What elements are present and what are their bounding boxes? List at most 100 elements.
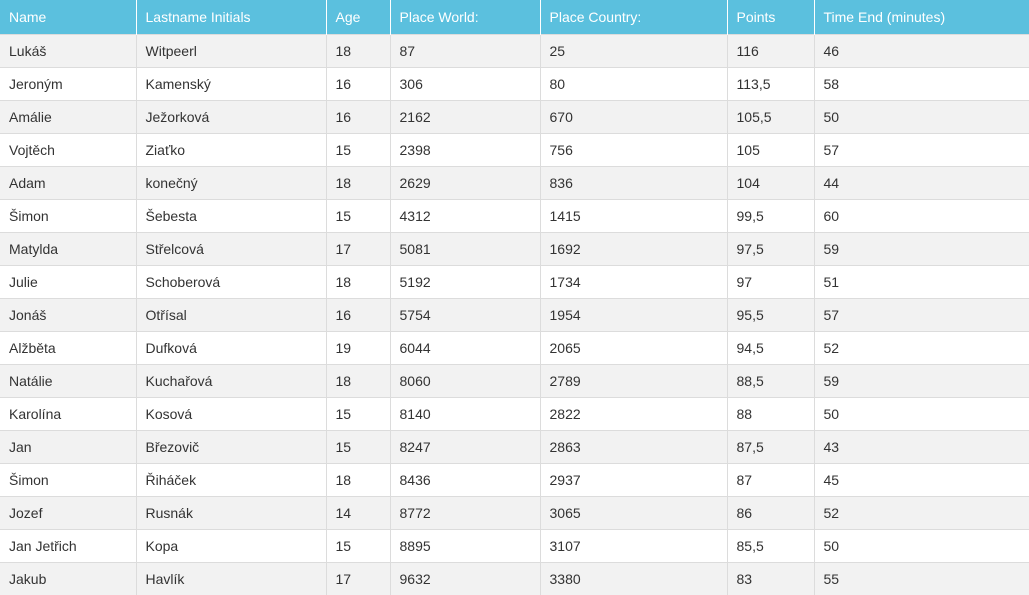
cell-points: 83 bbox=[727, 561, 815, 595]
cell-place-country: 25 bbox=[540, 33, 728, 67]
cell-place-country: 1734 bbox=[540, 264, 728, 298]
cell-lastname-initials: Ziaťko bbox=[136, 132, 327, 166]
column-header-age: Age bbox=[326, 0, 391, 34]
cell-lastname-initials: konečný bbox=[136, 165, 327, 199]
cell-lastname-initials: Kosová bbox=[136, 396, 327, 430]
cell-place-country: 2065 bbox=[540, 330, 728, 364]
cell-points: 105,5 bbox=[727, 99, 815, 133]
cell-age: 18 bbox=[326, 33, 391, 67]
column-header-place-world: Place World: bbox=[390, 0, 541, 34]
cell-age: 14 bbox=[326, 495, 391, 529]
cell-points: 105 bbox=[727, 132, 815, 166]
cell-place-world: 8060 bbox=[390, 363, 541, 397]
table-row: Vojtěch Ziaťko 15 2398 756 105 57 bbox=[0, 132, 1029, 166]
cell-place-country: 2937 bbox=[540, 462, 728, 496]
cell-points: 87 bbox=[727, 462, 815, 496]
cell-age: 18 bbox=[326, 264, 391, 298]
cell-place-world: 2162 bbox=[390, 99, 541, 133]
cell-name: Šimon bbox=[0, 462, 137, 496]
table-row: Jeroným Kamenský 16 306 80 113,5 58 bbox=[0, 66, 1029, 100]
cell-points: 104 bbox=[727, 165, 815, 199]
table-header: Name Lastname Initials Age Place World: … bbox=[0, 0, 1029, 34]
results-table: Name Lastname Initials Age Place World: … bbox=[0, 0, 1029, 595]
cell-name: Julie bbox=[0, 264, 137, 298]
cell-age: 19 bbox=[326, 330, 391, 364]
cell-name: Šimon bbox=[0, 198, 137, 232]
cell-name: Adam bbox=[0, 165, 137, 199]
cell-place-world: 306 bbox=[390, 66, 541, 100]
cell-place-country: 670 bbox=[540, 99, 728, 133]
cell-place-country: 1415 bbox=[540, 198, 728, 232]
column-header-name: Name bbox=[0, 0, 137, 34]
cell-place-country: 2863 bbox=[540, 429, 728, 463]
table-row: Šimon Šebesta 15 4312 1415 99,5 60 bbox=[0, 198, 1029, 232]
cell-time-end: 52 bbox=[814, 330, 1029, 364]
cell-points: 116 bbox=[727, 33, 815, 67]
cell-points: 94,5 bbox=[727, 330, 815, 364]
cell-time-end: 50 bbox=[814, 99, 1029, 133]
cell-time-end: 50 bbox=[814, 396, 1029, 430]
cell-age: 15 bbox=[326, 132, 391, 166]
column-header-time-end: Time End (minutes) bbox=[814, 0, 1029, 34]
cell-points: 113,5 bbox=[727, 66, 815, 100]
column-header-lastname-initials: Lastname Initials bbox=[136, 0, 327, 34]
cell-place-world: 5081 bbox=[390, 231, 541, 265]
cell-time-end: 57 bbox=[814, 132, 1029, 166]
cell-lastname-initials: Dufková bbox=[136, 330, 327, 364]
table-row: Šimon Řiháček 18 8436 2937 87 45 bbox=[0, 462, 1029, 496]
cell-time-end: 44 bbox=[814, 165, 1029, 199]
cell-points: 95,5 bbox=[727, 297, 815, 331]
cell-lastname-initials: Březovič bbox=[136, 429, 327, 463]
cell-name: Vojtěch bbox=[0, 132, 137, 166]
table-row: Natálie Kuchařová 18 8060 2789 88,5 59 bbox=[0, 363, 1029, 397]
cell-name: Alžběta bbox=[0, 330, 137, 364]
cell-age: 16 bbox=[326, 99, 391, 133]
cell-name: Lukáš bbox=[0, 33, 137, 67]
table-row: Adam konečný 18 2629 836 104 44 bbox=[0, 165, 1029, 199]
cell-points: 97 bbox=[727, 264, 815, 298]
cell-name: Jan Jetřich bbox=[0, 528, 137, 562]
cell-age: 15 bbox=[326, 396, 391, 430]
cell-points: 99,5 bbox=[727, 198, 815, 232]
cell-place-world: 5754 bbox=[390, 297, 541, 331]
table-row: Karolína Kosová 15 8140 2822 88 50 bbox=[0, 396, 1029, 430]
cell-time-end: 59 bbox=[814, 231, 1029, 265]
cell-time-end: 51 bbox=[814, 264, 1029, 298]
cell-lastname-initials: Šebesta bbox=[136, 198, 327, 232]
cell-place-world: 8772 bbox=[390, 495, 541, 529]
table-row: Jakub Havlík 17 9632 3380 83 55 bbox=[0, 561, 1029, 595]
cell-place-world: 8895 bbox=[390, 528, 541, 562]
cell-time-end: 55 bbox=[814, 561, 1029, 595]
cell-lastname-initials: Kuchařová bbox=[136, 363, 327, 397]
cell-time-end: 43 bbox=[814, 429, 1029, 463]
cell-place-world: 5192 bbox=[390, 264, 541, 298]
cell-name: Karolína bbox=[0, 396, 137, 430]
cell-name: Jakub bbox=[0, 561, 137, 595]
cell-points: 85,5 bbox=[727, 528, 815, 562]
cell-lastname-initials: Havlík bbox=[136, 561, 327, 595]
table-row: Jan Jetřich Kopa 15 8895 3107 85,5 50 bbox=[0, 528, 1029, 562]
cell-lastname-initials: Řiháček bbox=[136, 462, 327, 496]
cell-name: Natálie bbox=[0, 363, 137, 397]
cell-place-country: 3380 bbox=[540, 561, 728, 595]
cell-points: 97,5 bbox=[727, 231, 815, 265]
header-row: Name Lastname Initials Age Place World: … bbox=[0, 0, 1029, 34]
cell-lastname-initials: Kopa bbox=[136, 528, 327, 562]
cell-lastname-initials: Otřísal bbox=[136, 297, 327, 331]
cell-name: Amálie bbox=[0, 99, 137, 133]
cell-time-end: 58 bbox=[814, 66, 1029, 100]
table-row: Julie Schoberová 18 5192 1734 97 51 bbox=[0, 264, 1029, 298]
cell-place-country: 756 bbox=[540, 132, 728, 166]
cell-lastname-initials: Střelcová bbox=[136, 231, 327, 265]
cell-lastname-initials: Rusnák bbox=[136, 495, 327, 529]
cell-age: 18 bbox=[326, 462, 391, 496]
cell-time-end: 60 bbox=[814, 198, 1029, 232]
table-row: Jonáš Otřísal 16 5754 1954 95,5 57 bbox=[0, 297, 1029, 331]
cell-points: 88,5 bbox=[727, 363, 815, 397]
cell-age: 18 bbox=[326, 165, 391, 199]
cell-place-country: 3107 bbox=[540, 528, 728, 562]
cell-age: 15 bbox=[326, 528, 391, 562]
cell-time-end: 50 bbox=[814, 528, 1029, 562]
cell-name: Jonáš bbox=[0, 297, 137, 331]
cell-place-world: 87 bbox=[390, 33, 541, 67]
